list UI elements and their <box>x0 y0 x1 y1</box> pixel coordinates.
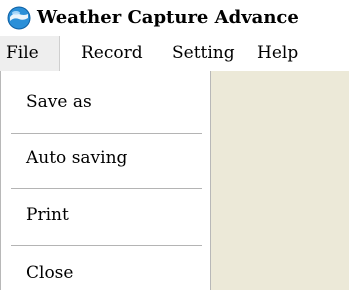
menu-item-print[interactable]: Print <box>26 195 69 235</box>
window-title: Weather Capture Advance <box>37 7 299 28</box>
menu-bar: File Record Setting Help <box>0 36 349 71</box>
file-dropdown-menu: Save as Auto saving Print Close <box>0 71 211 290</box>
title-bar[interactable]: Weather Capture Advance <box>0 0 349 36</box>
menu-file[interactable]: File <box>0 36 60 71</box>
menu-item-save-as[interactable]: Save as <box>26 82 92 122</box>
menu-separator <box>11 245 202 246</box>
menu-setting[interactable]: Setting <box>172 36 235 71</box>
menu-record[interactable]: Record <box>81 36 143 71</box>
menu-item-close[interactable]: Close <box>26 253 73 290</box>
menu-separator <box>11 133 202 134</box>
menu-item-auto-saving[interactable]: Auto saving <box>26 138 127 178</box>
menu-help[interactable]: Help <box>257 36 298 71</box>
weather-globe-icon[interactable] <box>7 6 31 30</box>
app-window: Weather Capture Advance File Record Sett… <box>0 0 349 290</box>
menu-separator <box>11 188 202 189</box>
